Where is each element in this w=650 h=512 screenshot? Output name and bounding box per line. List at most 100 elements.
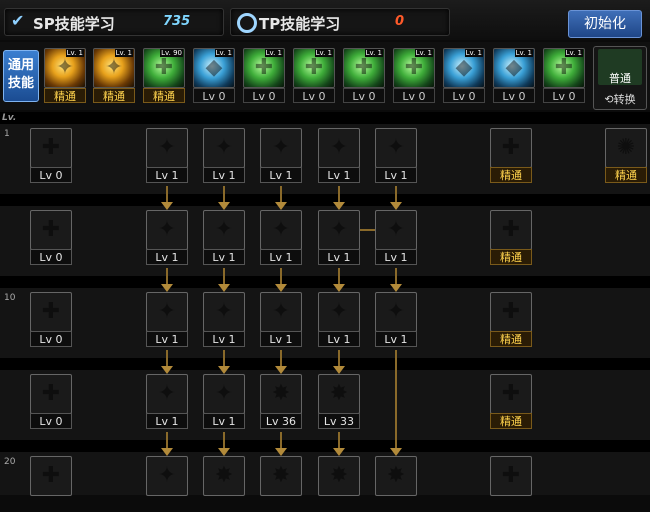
- skill-r1-c1[interactable]: ✚ Lv 0: [30, 128, 72, 184]
- skill-r4-c3[interactable]: ✦ Lv 1: [203, 374, 245, 430]
- green-skill-icon: ✚ Lv. 1: [293, 48, 335, 88]
- general-skill-4[interactable]: ◆ Lv. 1 Lv 0: [193, 48, 235, 104]
- skill-r1-c4[interactable]: ✦ Lv 1: [260, 128, 302, 184]
- skill-glyph-icon: ✦: [386, 299, 406, 324]
- skill-r4-c5[interactable]: ✸ Lv 33: [318, 374, 360, 430]
- mode-switch-button[interactable]: 普通 ⟲转换: [593, 46, 647, 110]
- skill-level-tag: Lv. 1: [364, 49, 383, 57]
- skill-level-label: Lv 1: [318, 331, 360, 347]
- row-level-20: 20: [4, 457, 16, 467]
- skill-r3-c1[interactable]: ✚ Lv 0: [30, 292, 72, 348]
- skill-level-label: Lv 1: [146, 331, 188, 347]
- skill-glyph-icon: ✦: [157, 463, 177, 488]
- skill-r1-c3[interactable]: ✦ Lv 1: [203, 128, 245, 184]
- general-skill-6[interactable]: ✚ Lv. 1 Lv 0: [293, 48, 335, 104]
- skill-glyph-icon: ✦: [214, 135, 234, 160]
- gold-skill-icon: ✦ Lv. 1: [44, 48, 86, 88]
- skill-level-label: Lv 1: [260, 331, 302, 347]
- skill-r5-c3[interactable]: ✸: [203, 456, 245, 512]
- row-level-10: 10: [4, 293, 16, 303]
- skill-r5-c5[interactable]: ✸: [318, 456, 360, 512]
- skill-r3-c7[interactable]: ✚ 精通: [490, 292, 532, 348]
- skill-r3-c6[interactable]: ✦ Lv 1: [375, 292, 417, 348]
- general-skill-3[interactable]: ✚ Lv. 90 精通: [143, 48, 185, 104]
- sp-panel[interactable]: ✔ SP技能学习 735: [4, 8, 224, 36]
- skill-glyph-icon: ✦: [157, 135, 177, 160]
- skill-r2-c4[interactable]: ✦ Lv 1: [260, 210, 302, 266]
- skill-r1-c2[interactable]: ✦ Lv 1: [146, 128, 188, 184]
- skill-level-tag: Lv. 1: [214, 49, 233, 57]
- prereq-arrow-c4-r1-head: [275, 202, 287, 210]
- skill-r1-c6[interactable]: ✦ Lv 1: [375, 128, 417, 184]
- skill-r4-c2[interactable]: ✦ Lv 1: [146, 374, 188, 430]
- skill-r3-c5[interactable]: ✦ Lv 1: [318, 292, 360, 348]
- general-skill-2[interactable]: ✦ Lv. 1 精通: [93, 48, 135, 104]
- red-skill-icon: ✸: [318, 374, 360, 414]
- prereq-arrow-c2-r4-head: [161, 448, 173, 456]
- general-skill-9[interactable]: ◆ Lv. 1 Lv 0: [443, 48, 485, 104]
- skill-r5-c4[interactable]: ✸: [260, 456, 302, 512]
- general-skill-7[interactable]: ✚ Lv. 1 Lv 0: [343, 48, 385, 104]
- prereq-arrow-c6-r3-line: [395, 350, 397, 448]
- green-skill-icon: ✚: [30, 210, 72, 250]
- tp-ring-icon: [237, 13, 257, 33]
- skill-glyph-icon: ✚: [41, 135, 61, 160]
- gold-skill-icon: ✦: [375, 292, 417, 332]
- skill-r2-c7[interactable]: ✚ 精通: [490, 210, 532, 266]
- prereq-arrow-c3-r2-head: [218, 284, 230, 292]
- skill-level-tag: Lv. 1: [464, 49, 483, 57]
- general-skill-10[interactable]: ◆ Lv. 1 Lv 0: [493, 48, 535, 104]
- red-skill-icon: ✸: [375, 456, 417, 496]
- tp-panel[interactable]: TP技能学习 0: [230, 8, 450, 36]
- skill-r1-c5[interactable]: ✦ Lv 1: [318, 128, 360, 184]
- skill-r3-c4[interactable]: ✦ Lv 1: [260, 292, 302, 348]
- skill-glyph-icon: ✸: [386, 463, 406, 488]
- skill-glyph-icon: ✦: [157, 299, 177, 324]
- general-skills-label: 通用 技能: [3, 50, 39, 102]
- gold-skill-icon: ✦: [318, 210, 360, 250]
- skill-r2-c6[interactable]: ✦ Lv 1: [375, 210, 417, 266]
- skill-r1-c7[interactable]: ✚ 精通: [490, 128, 532, 184]
- skill-r2-c5[interactable]: ✦ Lv 1: [318, 210, 360, 266]
- skill-level-label: 精通: [93, 88, 135, 103]
- skill-r5-c6[interactable]: ✸: [375, 456, 417, 512]
- green-skill-icon: ✚: [30, 456, 72, 496]
- general-label-line1: 通用: [7, 58, 34, 73]
- skill-r5-c7[interactable]: ✚: [490, 456, 532, 512]
- skill-glyph-icon: ✚: [501, 381, 521, 406]
- switch-label: ⟲转换: [604, 93, 636, 106]
- tp-label: TP技能学习: [259, 15, 341, 33]
- prereq-arrow-c5-r2-line: [338, 268, 340, 284]
- general-skill-5[interactable]: ✚ Lv. 1 Lv 0: [243, 48, 285, 104]
- skill-level-tag: Lv. 1: [314, 49, 333, 57]
- green-skill-icon: ✚: [490, 374, 532, 414]
- prereq-arrow-c2-r2-line: [166, 268, 168, 284]
- skill-r2-c1[interactable]: ✚ Lv 0: [30, 210, 72, 266]
- skill-level-label: Lv 1: [260, 249, 302, 265]
- skill-r2-c3[interactable]: ✦ Lv 1: [203, 210, 245, 266]
- skill-level-label: Lv 0: [343, 88, 385, 103]
- skill-r5-c1[interactable]: ✚: [30, 456, 72, 512]
- reset-button[interactable]: 初始化: [568, 10, 642, 38]
- skill-r3-c2[interactable]: ✦ Lv 1: [146, 292, 188, 348]
- skill-r2-c2[interactable]: ✦ Lv 1: [146, 210, 188, 266]
- skill-r5-c2[interactable]: ✦: [146, 456, 188, 512]
- green-skill-icon: ✚: [490, 128, 532, 168]
- skill-glyph-icon: ✚: [501, 463, 521, 488]
- skill-r4-c1[interactable]: ✚ Lv 0: [30, 374, 72, 430]
- general-skill-1[interactable]: ✦ Lv. 1 精通: [44, 48, 86, 104]
- gold-skill-icon: ✦: [260, 292, 302, 332]
- skill-glyph-icon: ✦: [329, 299, 349, 324]
- skill-level-label: Lv 1: [318, 167, 360, 183]
- prereq-arrow-c3-r4-line: [223, 432, 225, 448]
- general-skill-8[interactable]: ✚ Lv. 1 Lv 0: [393, 48, 435, 104]
- skill-r4-c4[interactable]: ✸ Lv 36: [260, 374, 302, 430]
- prereq-arrow-c3-r2-line: [223, 268, 225, 284]
- general-skill-11[interactable]: ✚ Lv. 1 Lv 0: [543, 48, 585, 104]
- gold-skill-icon: ✦: [203, 210, 245, 250]
- skill-r1-c8[interactable]: ✺ 精通: [605, 128, 647, 184]
- skill-r3-c3[interactable]: ✦ Lv 1: [203, 292, 245, 348]
- skill-level-label: Lv 0: [293, 88, 335, 103]
- skill-r4-c7[interactable]: ✚ 精通: [490, 374, 532, 430]
- skill-glyph-icon: ✦: [386, 217, 406, 242]
